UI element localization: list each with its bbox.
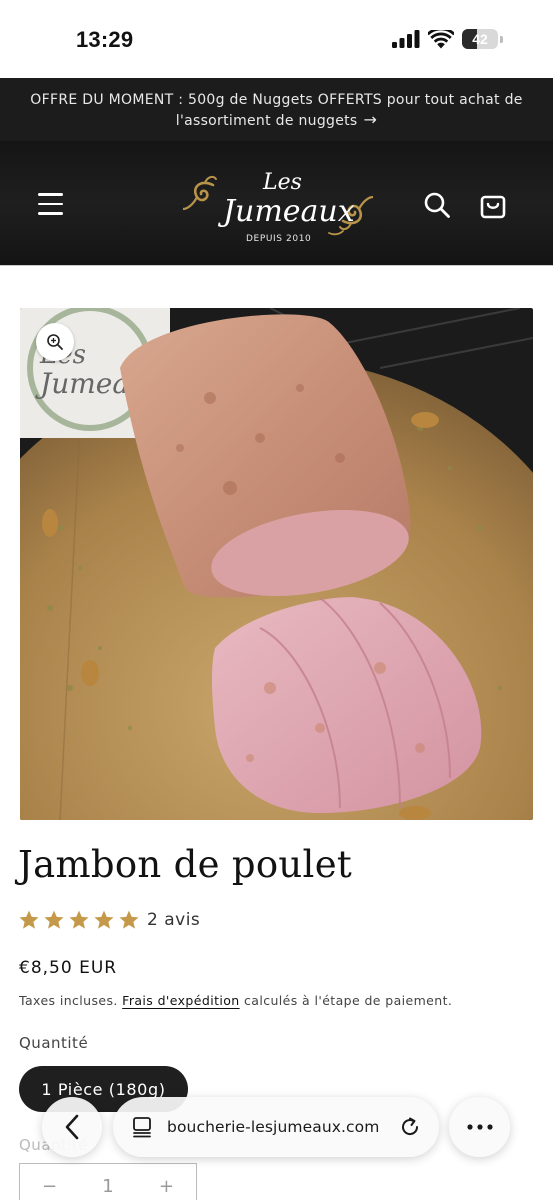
- product-image[interactable]: Les Jumeaux: [20, 308, 533, 820]
- reload-icon[interactable]: [399, 1116, 421, 1138]
- star-icon: [44, 910, 64, 929]
- star-icon: [19, 910, 39, 929]
- signal-icon: [392, 30, 420, 48]
- url-text[interactable]: boucherie-lesjumeaux.com: [167, 1118, 399, 1136]
- decrement-button[interactable]: −: [42, 1176, 57, 1197]
- tabs-icon[interactable]: [131, 1116, 153, 1138]
- announcement-bar[interactable]: OFFRE DU MOMENT : 500g de Nuggets OFFERT…: [0, 78, 553, 141]
- battery-nub: [500, 35, 503, 43]
- logo-line2: Jumeaux: [217, 194, 355, 229]
- browser-back-button[interactable]: [42, 1097, 102, 1157]
- arrow-right-icon: →: [363, 110, 378, 129]
- tax-note: Taxes incluses. Frais d'expédition calcu…: [19, 993, 452, 1008]
- rating-stars: [18, 909, 140, 931]
- site-header: Les Jumeaux DEPUIS 2010: [0, 141, 553, 266]
- product-price: €8,50 EUR: [19, 958, 118, 978]
- review-count[interactable]: 2 avis: [147, 910, 200, 930]
- product-rating[interactable]: 2 avis: [18, 909, 200, 931]
- quantity-label: Quantité: [19, 1034, 89, 1052]
- search-icon[interactable]: [423, 191, 451, 219]
- shipping-link[interactable]: Frais d'expédition: [122, 993, 239, 1008]
- status-bar: 13:29 42: [0, 0, 553, 78]
- quantity-stepper[interactable]: − 1 +: [19, 1163, 197, 1200]
- star-icon: [94, 910, 114, 929]
- star-icon: [119, 910, 139, 929]
- hamburger-menu-icon[interactable]: [38, 193, 63, 215]
- cart-icon[interactable]: [479, 190, 507, 220]
- tax-prefix: Taxes incluses.: [19, 993, 118, 1008]
- status-icons: 42: [392, 29, 503, 49]
- wifi-icon: [428, 29, 454, 48]
- logo-line1: Les: [262, 170, 302, 195]
- star-icon: [69, 910, 89, 929]
- chevron-left-icon: [65, 1114, 79, 1140]
- logo-tagline: DEPUIS 2010: [246, 234, 311, 244]
- tax-suffix: calculés à l'étape de paiement.: [244, 993, 453, 1008]
- zoom-in-icon[interactable]: [36, 323, 74, 361]
- product-title: Jambon de poulet: [18, 843, 353, 886]
- battery-percent: 42: [472, 31, 488, 47]
- browser-address-bar[interactable]: boucherie-lesjumeaux.com: [113, 1097, 439, 1157]
- battery-icon: 42: [462, 29, 498, 49]
- status-time: 13:29: [76, 27, 134, 52]
- more-dots-icon[interactable]: [449, 1097, 510, 1157]
- announcement-text: OFFRE DU MOMENT : 500g de Nuggets OFFERT…: [30, 92, 523, 129]
- quantity-value[interactable]: 1: [102, 1176, 113, 1197]
- logo[interactable]: Les Jumeaux DEPUIS 2010: [183, 163, 373, 247]
- increment-button[interactable]: +: [159, 1176, 174, 1197]
